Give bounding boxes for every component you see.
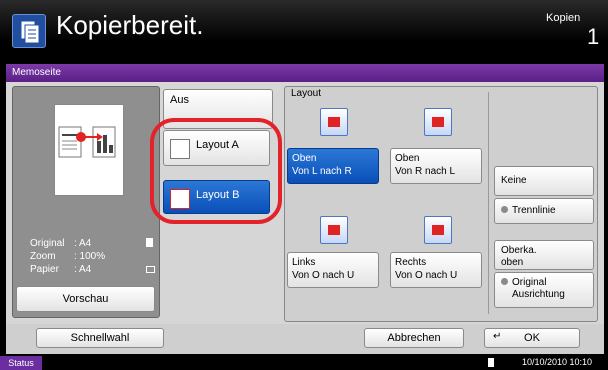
enter-icon: ↵ xyxy=(493,331,502,342)
top-left-to-right-button[interactable]: Oben Von L nach R xyxy=(287,148,379,184)
top-right-to-left-button[interactable]: Oben Von R nach L xyxy=(390,148,482,184)
separator-line-label: Trennlinie xyxy=(512,205,556,216)
panel-divider xyxy=(488,92,489,314)
ok-label: OK xyxy=(524,332,540,344)
top-left-to-right-line1: Oben xyxy=(292,153,317,164)
left-top-to-bottom-line1: Links xyxy=(292,257,316,268)
info-original-value: : A4 xyxy=(74,238,92,249)
info-original-label: Original xyxy=(30,238,65,249)
top-edge-line2: oben xyxy=(501,257,524,268)
orientation-indicator-icon xyxy=(501,278,508,285)
layout-label: Layout xyxy=(291,88,322,99)
info-paper-value: : A4 xyxy=(74,264,92,275)
top-right-to-left-line1: Oben xyxy=(395,153,420,164)
right-top-to-bottom-line2: Von O nach U xyxy=(395,270,458,281)
separator-line-button[interactable]: Trennlinie xyxy=(494,198,594,224)
cancel-button[interactable]: Abbrechen xyxy=(364,328,464,348)
none-button[interactable]: Keine xyxy=(494,166,594,196)
portrait-original-icon xyxy=(146,238,153,247)
info-zoom-label: Zoom xyxy=(30,251,56,262)
original-orientation-line2: Ausrichtung xyxy=(512,289,565,300)
preview-button[interactable]: Vorschau xyxy=(16,286,155,312)
memory-icon xyxy=(488,358,494,367)
mode-label: Kopien xyxy=(546,12,581,24)
page-preview-thumbnail xyxy=(54,104,124,196)
top-left-to-right-icon xyxy=(320,108,348,136)
left-top-to-bottom-line2: Von O nach U xyxy=(292,270,355,281)
top-edge-top-button[interactable]: Oberka. oben xyxy=(494,240,594,270)
original-orientation-line1: Original xyxy=(512,277,547,288)
top-right-to-left-icon xyxy=(424,108,452,136)
top-left-to-right-line2: Von L nach R xyxy=(292,166,352,177)
info-zoom-value: : 100% xyxy=(74,251,106,262)
ok-button[interactable]: ↵ OK xyxy=(484,328,580,348)
copy-count: 1 xyxy=(587,24,600,49)
left-top-to-bottom-icon xyxy=(320,216,348,244)
right-top-to-bottom-line1: Rechts xyxy=(395,257,427,268)
copy-app-icon xyxy=(12,14,46,48)
separator-indicator-icon xyxy=(501,206,508,213)
highlight-callout xyxy=(150,118,282,224)
info-paper-label: Papier xyxy=(30,264,59,275)
top-right-to-left-line2: Von R nach L xyxy=(395,166,456,177)
status-tab[interactable]: Status xyxy=(0,356,42,370)
quick-setup-button[interactable]: Schnellwahl xyxy=(36,328,164,348)
right-top-to-bottom-icon xyxy=(424,216,452,244)
top-edge-line1: Oberka. xyxy=(501,245,537,256)
original-orientation-button[interactable]: Original Ausrichtung xyxy=(494,272,594,308)
status-bar xyxy=(0,356,608,370)
status-title: Kopierbereit. xyxy=(56,10,204,40)
paper-size-icon xyxy=(146,266,155,273)
date-time: 10/10/2010 10:10 xyxy=(522,357,593,367)
left-top-to-bottom-button[interactable]: Links Von O nach U xyxy=(287,252,379,288)
screen-title: Memoseite xyxy=(6,64,604,82)
right-top-to-bottom-button[interactable]: Rechts Von O nach U xyxy=(390,252,482,288)
